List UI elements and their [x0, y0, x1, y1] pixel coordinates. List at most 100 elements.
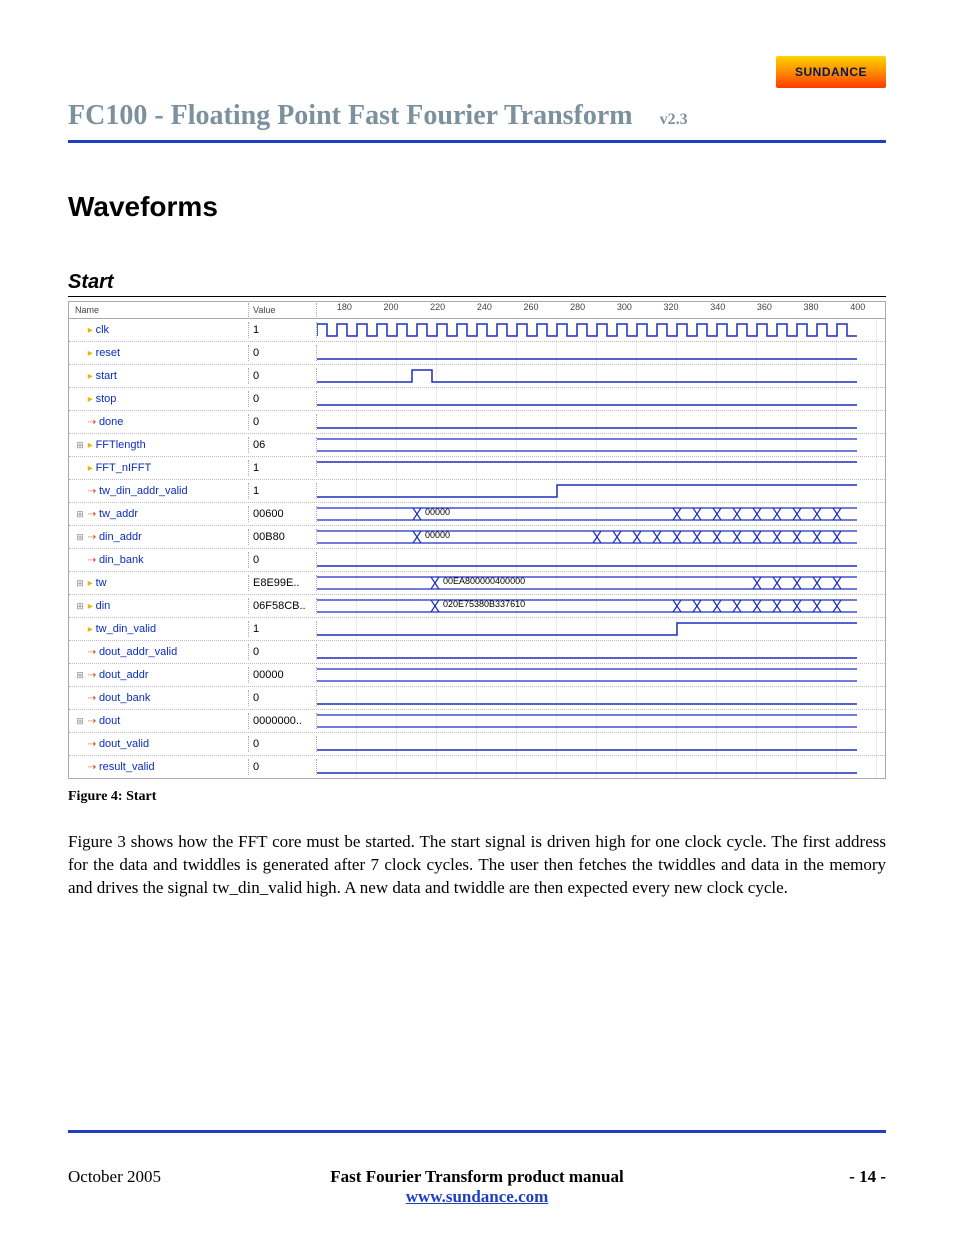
signal-name: ⊞ ▸ din [69, 598, 249, 614]
time-axis-tick: 340 [694, 302, 741, 318]
signal-value: 0 [249, 736, 317, 752]
signal-waveform: 00EA800000400000 [317, 572, 885, 594]
expand-icon[interactable]: ⊞ [75, 578, 85, 589]
input-port-icon: ▸ [85, 601, 96, 612]
time-axis-tick: 180 [321, 302, 368, 318]
signal-waveform: 020E75380B337610 [317, 595, 885, 617]
expand-icon[interactable]: ⊞ [75, 440, 85, 451]
signal-waveform [317, 434, 885, 456]
signal-name-text: clk [96, 324, 109, 336]
expand-icon[interactable]: ⊞ [75, 509, 85, 520]
waveform-row: ⊞ ⇢ tw_addr0060000000 [69, 503, 885, 526]
signal-name: ⊞ ⇢ dout [69, 713, 249, 729]
signal-value: 0 [249, 345, 317, 361]
signal-waveform [317, 687, 885, 709]
signal-name: ▸ stop [69, 391, 249, 407]
signal-value: 0 [249, 391, 317, 407]
time-axis-tick: 280 [554, 302, 601, 318]
waveform-row: ⊞ ▸ din06F58CB..020E75380B337610 [69, 595, 885, 618]
output-port-icon: ⇢ [85, 762, 99, 773]
input-port-icon: ▸ [85, 325, 96, 336]
signal-name-text: din_addr [99, 531, 142, 543]
signal-value: 00000 [249, 667, 317, 683]
signal-name-text: dout_addr_valid [99, 646, 177, 658]
signal-value: 0000000.. [249, 713, 317, 729]
signal-name: ⇢ din_bank [69, 552, 249, 568]
output-port-icon: ⇢ [85, 486, 99, 497]
expand-icon[interactable]: ⊞ [75, 532, 85, 543]
signal-value: E8E99E.. [249, 575, 317, 591]
signal-value: 1 [249, 322, 317, 338]
output-port-icon: ⇢ [85, 739, 99, 750]
signal-name-text: done [99, 416, 123, 428]
signal-name: ▸ clk [69, 322, 249, 338]
output-port-icon: ⇢ [85, 716, 99, 727]
signal-name: ⇢ result_valid [69, 759, 249, 775]
time-axis-tick: 400 [834, 302, 881, 318]
bus-value-label: 00000 [425, 530, 450, 540]
waveform-col-value-header: Value [249, 303, 317, 317]
waveform-row: ▸ stop0 [69, 388, 885, 411]
time-axis-tick: 220 [414, 302, 461, 318]
signal-name: ⊞ ⇢ tw_addr [69, 506, 249, 522]
time-axis-tick: 300 [601, 302, 648, 318]
time-axis-tick: 380 [788, 302, 835, 318]
signal-name: ⊞ ▸ tw [69, 575, 249, 591]
waveform-row: ▸ tw_din_valid1 [69, 618, 885, 641]
signal-name: ⊞ ⇢ dout_addr [69, 667, 249, 683]
signal-name-text: tw_din_valid [96, 623, 157, 635]
expand-icon[interactable]: ⊞ [75, 670, 85, 681]
signal-name-text: tw_addr [99, 508, 138, 520]
signal-name-text: dout_valid [99, 738, 149, 750]
signal-value: 00600 [249, 506, 317, 522]
waveform-row: ⇢ din_bank0 [69, 549, 885, 572]
waveform-row: ⊞ ▸ twE8E99E..00EA800000400000 [69, 572, 885, 595]
signal-waveform [317, 733, 885, 755]
signal-waveform [317, 342, 885, 364]
footer-website-link[interactable]: www.sundance.com [406, 1187, 549, 1206]
signal-name-text: stop [96, 393, 117, 405]
waveform-time-axis: 180200220240260280300320340360380400 [317, 302, 885, 318]
signal-name: ⊞ ⇢ din_addr [69, 529, 249, 545]
signal-waveform [317, 457, 885, 479]
signal-waveform: 00000 [317, 503, 885, 525]
signal-name: ⇢ dout_valid [69, 736, 249, 752]
time-axis-tick: 260 [508, 302, 555, 318]
time-axis-tick: 240 [461, 302, 508, 318]
section-heading: Waveforms [68, 191, 886, 223]
signal-value: 0 [249, 644, 317, 660]
waveform-header-row: Name Value 18020022024026028030032034036… [69, 302, 885, 319]
footer-center: Fast Fourier Transform product manual ww… [68, 1167, 886, 1207]
footer-divider [68, 1130, 886, 1133]
signal-value: 1 [249, 460, 317, 476]
signal-name-text: dout_addr [99, 669, 149, 681]
time-axis-tick: 320 [648, 302, 695, 318]
waveform-row: ▸ clk1 [69, 319, 885, 342]
signal-value: 1 [249, 621, 317, 637]
page-footer: October 2005 Fast Fourier Transform prod… [68, 1167, 886, 1187]
signal-waveform [317, 319, 885, 341]
signal-value: 06F58CB.. [249, 598, 317, 614]
expand-icon[interactable]: ⊞ [75, 716, 85, 727]
signal-value: 0 [249, 690, 317, 706]
signal-name-text: tw [96, 577, 107, 589]
signal-name: ⊞ ▸ FFTlength [69, 437, 249, 453]
waveform-row: ⇢ result_valid0 [69, 756, 885, 778]
signal-name: ▸ tw_din_valid [69, 621, 249, 637]
signal-name-text: FFTlength [96, 439, 146, 451]
waveform-row: ▸ FFT_nIFFT1 [69, 457, 885, 480]
body-paragraph: Figure 3 shows how the FFT core must be … [68, 831, 886, 900]
output-port-icon: ⇢ [85, 555, 99, 566]
page-title-text: FC100 - Floating Point Fast Fourier Tran… [68, 100, 633, 131]
signal-name-text: reset [96, 347, 120, 359]
signal-value: 00B80 [249, 529, 317, 545]
signal-name-text: dout [99, 715, 120, 727]
time-axis-tick: 200 [368, 302, 415, 318]
signal-value: 0 [249, 759, 317, 775]
signal-name-text: dout_bank [99, 692, 150, 704]
expand-icon[interactable]: ⊞ [75, 601, 85, 612]
signal-name: ⇢ dout_bank [69, 690, 249, 706]
signal-waveform [317, 549, 885, 571]
output-port-icon: ⇢ [85, 670, 99, 681]
time-axis-tick: 360 [741, 302, 788, 318]
